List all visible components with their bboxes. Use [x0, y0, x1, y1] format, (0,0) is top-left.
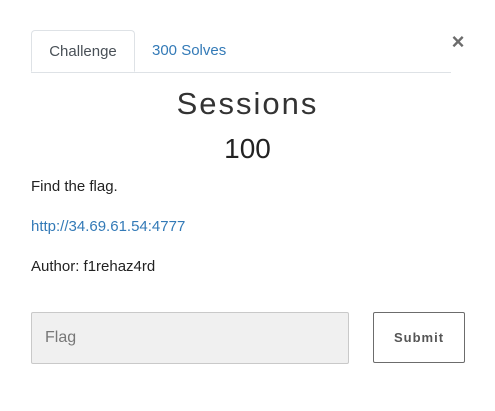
submit-button[interactable]: Submit — [373, 312, 465, 363]
flag-input[interactable] — [31, 312, 349, 364]
tab-challenge[interactable]: Challenge — [31, 30, 135, 72]
challenge-author: Author: f1rehaz4rd — [31, 258, 156, 275]
challenge-tabs: Challenge 300 Solves — [31, 30, 451, 73]
challenge-modal: × Challenge 300 Solves Sessions 100 Find… — [0, 0, 495, 411]
challenge-value: 100 — [224, 133, 271, 164]
tab-solves[interactable]: 300 Solves — [136, 30, 242, 71]
close-icon[interactable]: × — [449, 30, 467, 54]
challenge-description: Find the flag. — [31, 178, 118, 195]
challenge-name: Sessions — [176, 86, 319, 121]
challenge-link[interactable]: http://34.69.61.54:4777 — [31, 218, 185, 235]
